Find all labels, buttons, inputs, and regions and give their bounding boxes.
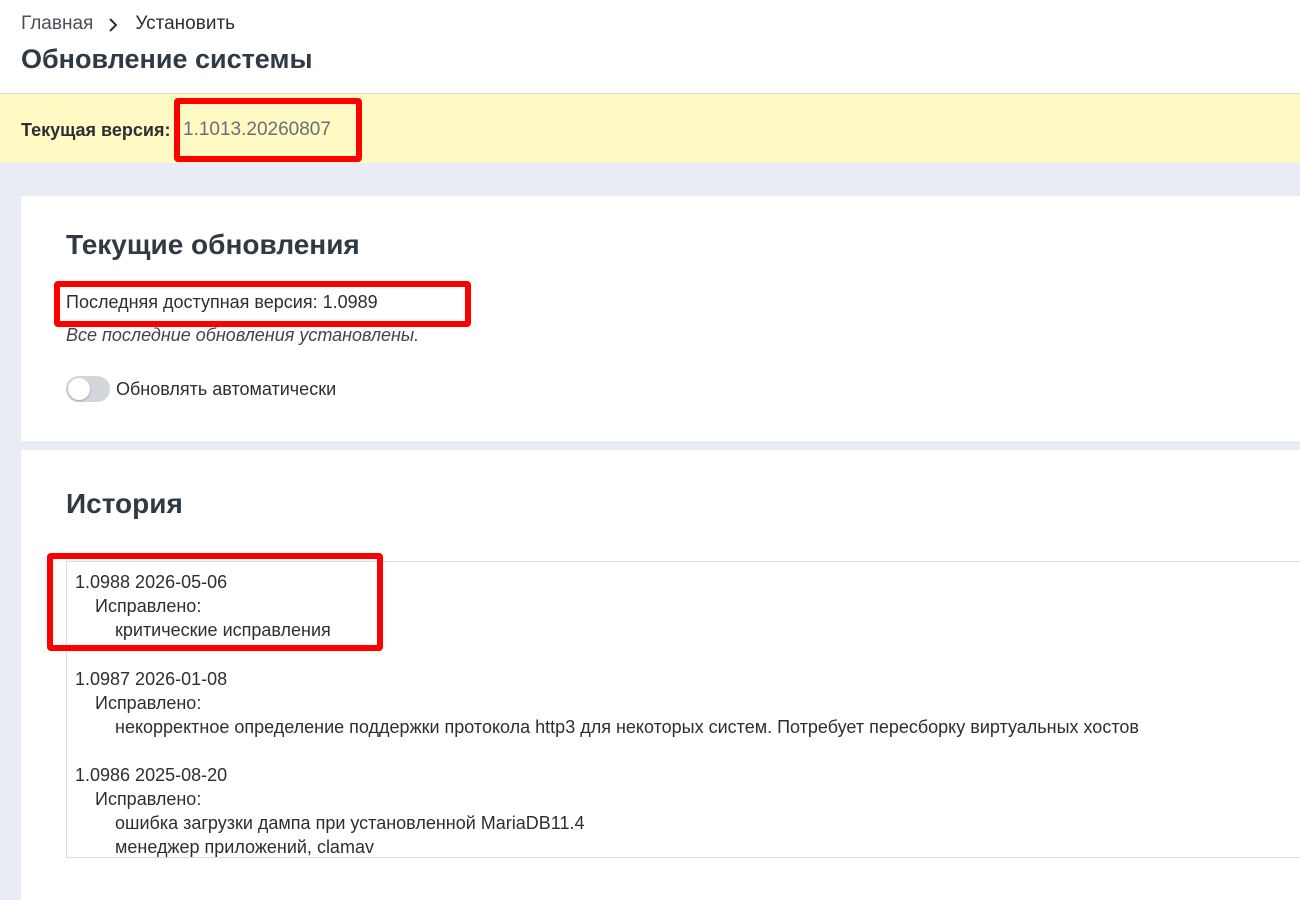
current-version-value: 1.1013.20260807 (183, 119, 331, 140)
history-entry-header: 1.0986 2025-08-20 (75, 765, 228, 785)
history-entry-section: Исправлено: (95, 693, 202, 713)
chevron-right-icon (107, 14, 121, 34)
history-fix-item: критические исправления (115, 620, 331, 640)
history-entry: 1.0988 2026-05-06 Исправлено: критически… (75, 570, 331, 642)
history-list: 1.0988 2026-05-06 Исправлено: критически… (66, 561, 1300, 858)
current-updates-title: Текущие обновления (66, 229, 360, 260)
current-version-label: Текущая версия: (21, 120, 171, 140)
page-header: Главная Установить Обновление системы (0, 0, 1300, 94)
auto-update-toggle[interactable] (66, 376, 110, 402)
history-title: История (66, 488, 183, 519)
history-entry: 1.0987 2026-01-08 Исправлено: некорректн… (75, 667, 1139, 739)
history-entry-header: 1.0988 2026-05-06 (75, 572, 228, 592)
updates-status-text: Все последние обновления установлены. (66, 325, 420, 345)
breadcrumb-home-link[interactable]: Главная (21, 13, 93, 35)
auto-update-label: Обновлять автоматически (116, 378, 337, 399)
page: Главная Установить Обновление системы Те… (0, 0, 1300, 900)
history-fix-item: менеджер приложений, clamav (115, 837, 374, 857)
history-entry: 1.0986 2025-08-20 Исправлено: ошибка заг… (75, 763, 585, 859)
history-fix-item: ошибка загрузки дампа при установленной … (115, 813, 585, 833)
history-entry-section: Исправлено: (95, 789, 202, 809)
toggle-knob (68, 378, 90, 400)
history-entry-header: 1.0987 2026-01-08 (75, 669, 228, 689)
breadcrumb: Главная Установить (21, 13, 235, 35)
history-entry-section: Исправлено: (95, 596, 202, 616)
breadcrumb-current: Установить (135, 13, 236, 34)
history-card: История 1.0988 2026-05-06 Исправлено: кр… (21, 450, 1300, 900)
current-updates-card: Текущие обновления Последняя доступная в… (21, 196, 1300, 441)
auto-update-toggle-row[interactable]: Обновлять автоматически (66, 376, 336, 402)
history-fix-item: некорректное определение поддержки прото… (115, 717, 1139, 737)
latest-version-text: Последняя доступная версия: 1.0989 (66, 292, 378, 312)
page-title: Обновление системы (21, 44, 313, 74)
